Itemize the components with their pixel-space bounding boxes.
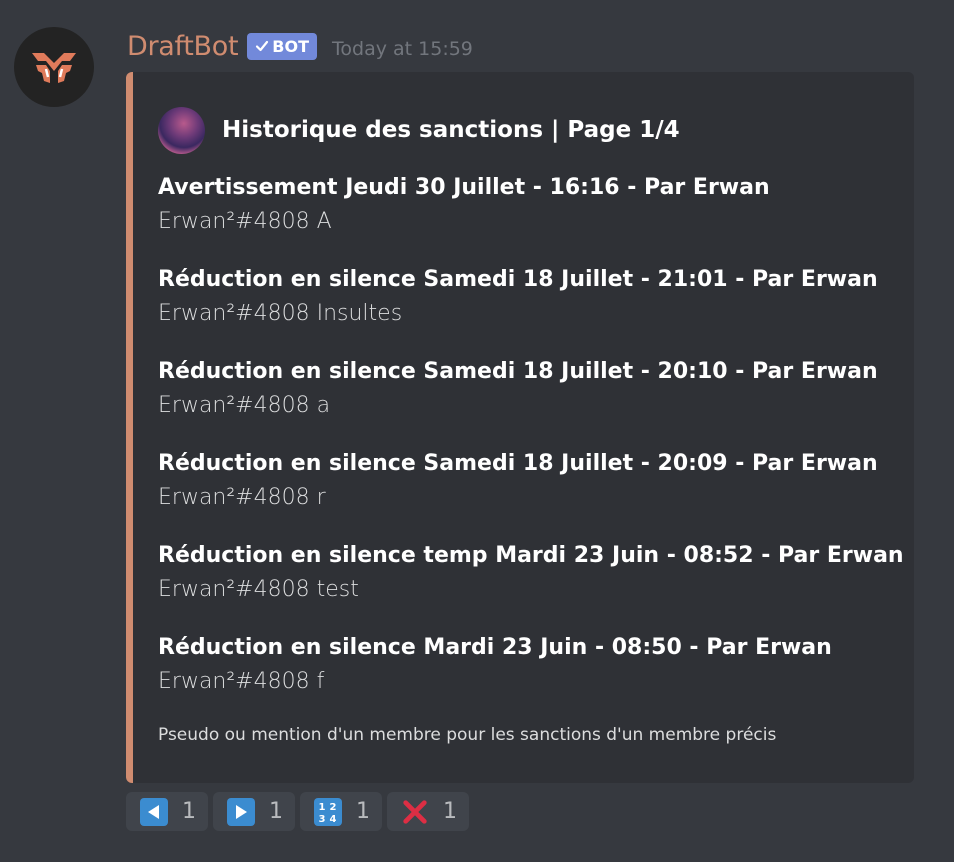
arrow-forward-icon [227, 797, 255, 826]
embed-field: Réduction en silence Samedi 18 Juillet -… [158, 449, 878, 517]
embed-footer: Pseudo ou mention d'un membre pour les s… [158, 725, 777, 745]
reactions-bar: 1 1 1 2 3 4 1 1 [126, 792, 469, 831]
embed-field-value: Erwan²#4808 A [158, 209, 332, 234]
embed-field: Réduction en silence Samedi 18 Juillet -… [158, 265, 878, 333]
timestamp: Today at 15:59 [332, 38, 473, 60]
1234-numbers-icon: 1 2 3 4 [314, 797, 342, 826]
reaction-count: 1 [182, 799, 196, 824]
embed-field-value: Erwan²#4808 r [158, 485, 326, 510]
reaction-next-page[interactable]: 1 [213, 792, 295, 831]
avatar[interactable] [14, 27, 94, 107]
reaction-close[interactable]: 1 [387, 792, 469, 831]
svg-text:1: 1 [319, 802, 326, 813]
embed: Historique des sanctions | Page 1/4 Aver… [126, 72, 914, 783]
embed-field-name: Avertissement Jeudi 30 Juillet - 16:16 -… [158, 175, 770, 200]
embed-field-value: Erwan²#4808 Insultes [158, 301, 403, 326]
reaction-numbers[interactable]: 1 2 3 4 1 [300, 792, 382, 831]
embed-field-name: Réduction en silence Samedi 18 Juillet -… [158, 267, 878, 292]
galaxy-avatar-icon [158, 107, 205, 154]
embed-field-name: Réduction en silence Samedi 18 Juillet -… [158, 451, 878, 476]
embed-field: Avertissement Jeudi 30 Juillet - 16:16 -… [158, 173, 770, 241]
red-x-icon [401, 798, 429, 826]
embed-field-value: Erwan²#4808 a [158, 393, 331, 418]
svg-text:4: 4 [330, 814, 337, 824]
reaction-previous-page[interactable]: 1 [126, 792, 208, 831]
checkmark-icon [256, 40, 269, 52]
bot-tag: BOT [247, 32, 318, 60]
embed-accent-bar [126, 72, 133, 783]
embed-field-value: Erwan²#4808 f [158, 669, 325, 694]
reaction-count: 1 [443, 799, 457, 824]
svg-text:3: 3 [319, 814, 326, 824]
chat-message: DraftBot BOT Today at 15:59 Historique d… [0, 0, 954, 862]
arrow-backward-icon [140, 797, 168, 826]
embed-field: Réduction en silence Mardi 23 Juin - 08:… [158, 633, 832, 701]
bot-tag-label: BOT [272, 36, 310, 56]
svg-text:2: 2 [330, 802, 337, 813]
draftbot-logo-icon [32, 53, 76, 83]
message-header: DraftBot BOT Today at 15:59 [127, 28, 473, 64]
embed-author-name: Historique des sanctions | Page 1/4 [222, 117, 680, 143]
embed-field-name: Réduction en silence Samedi 18 Juillet -… [158, 359, 878, 384]
reaction-count: 1 [356, 799, 370, 824]
embed-field: Réduction en silence Samedi 18 Juillet -… [158, 357, 878, 425]
embed-field-value: Erwan²#4808 test [158, 577, 359, 602]
username[interactable]: DraftBot [127, 31, 239, 62]
embed-field-name: Réduction en silence Mardi 23 Juin - 08:… [158, 635, 832, 660]
embed-field-name: Réduction en silence temp Mardi 23 Juin … [158, 543, 904, 568]
embed-field: Réduction en silence temp Mardi 23 Juin … [158, 541, 904, 609]
embed-author: Historique des sanctions | Page 1/4 [158, 106, 680, 154]
reaction-count: 1 [269, 799, 283, 824]
